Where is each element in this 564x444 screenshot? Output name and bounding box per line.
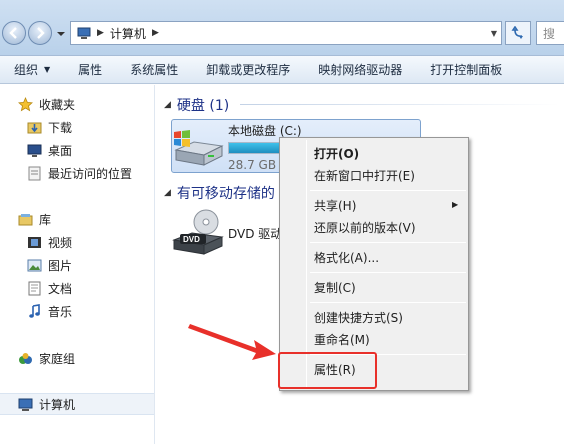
music-note-icon <box>26 303 42 319</box>
menu-item-open-new-window[interactable]: 在新窗口中打开(E) <box>314 165 415 185</box>
nav-videos[interactable]: 视频 <box>26 231 72 253</box>
breadcrumb-separator-icon: ▶ <box>97 28 104 38</box>
arrow-left-icon <box>9 27 17 39</box>
removable-group-header[interactable]: ◢ 有可移动存储的 <box>164 183 275 203</box>
address-input[interactable]: ▶ 计算机 ▶ ▼ <box>70 21 502 45</box>
desktop-icon <box>26 142 42 158</box>
hard-disk-group-header[interactable]: ◢ 硬盘 (1) <box>164 95 229 115</box>
nav-videos-label: 视频 <box>48 235 73 250</box>
uninstall-program-button[interactable]: 卸载或更改程序 <box>192 56 304 84</box>
menu-item-restore-versions[interactable]: 还原以前的版本(V) <box>314 217 416 237</box>
system-properties-button[interactable]: 系统属性 <box>116 56 192 84</box>
nav-downloads[interactable]: 下载 <box>26 116 72 138</box>
dvd-drive-icon: DVD <box>172 209 224 255</box>
menu-separator <box>310 190 466 191</box>
nav-pictures[interactable]: 图片 <box>26 254 72 276</box>
properties-button[interactable]: 属性 <box>64 56 116 84</box>
nav-favorites-label: 收藏夹 <box>39 97 76 112</box>
menu-item-share[interactable]: 共享(H) <box>314 195 356 215</box>
menu-item-create-shortcut[interactable]: 创建快捷方式(S) <box>314 307 403 327</box>
search-input[interactable]: 搜 <box>536 21 564 45</box>
open-control-panel-button[interactable]: 打开控制面板 <box>416 56 516 84</box>
nav-computer-label: 计算机 <box>39 397 76 412</box>
nav-recent-places[interactable]: 最近访问的位置 <box>26 162 132 184</box>
navigation-pane: 收藏夹 下载 桌面 最近访问的位置 库 视频 图片 文档 音乐 家庭组 计算机 <box>0 85 155 444</box>
annotation-highlight-box <box>278 352 377 389</box>
menu-separator <box>310 272 466 273</box>
library-icon <box>17 211 33 227</box>
nav-documents[interactable]: 文档 <box>26 277 72 299</box>
menu-gutter <box>306 140 307 388</box>
nav-music-label: 音乐 <box>48 304 73 319</box>
nav-pictures-label: 图片 <box>48 258 73 273</box>
nav-libraries-label: 库 <box>39 212 52 227</box>
nav-homegroup-label: 家庭组 <box>39 351 76 366</box>
nav-documents-label: 文档 <box>48 281 73 296</box>
nav-downloads-label: 下载 <box>48 120 73 135</box>
arrow-right-icon <box>37 27 45 39</box>
recent-places-icon <box>26 165 42 181</box>
menu-item-copy[interactable]: 复制(C) <box>314 277 356 297</box>
back-button[interactable] <box>2 21 26 45</box>
organize-button[interactable]: 组织 ▼ <box>0 56 64 84</box>
nav-computer[interactable]: 计算机 <box>0 393 154 415</box>
collapse-triangle-icon[interactable]: ◢ <box>164 100 171 110</box>
computer-icon <box>77 27 91 39</box>
dvd-drive-name: DVD 驱动 <box>228 227 283 241</box>
submenu-arrow-icon: ▶ <box>452 200 459 209</box>
address-bar-area: ▶ 计算机 ▶ ▼ 搜 <box>0 0 564 56</box>
downloads-folder-icon <box>26 119 42 135</box>
collapse-triangle-icon[interactable]: ◢ <box>164 188 171 198</box>
nav-desktop-label: 桌面 <box>48 143 73 158</box>
refresh-button[interactable] <box>505 21 531 45</box>
group-divider <box>240 104 560 105</box>
nav-favorites[interactable]: 收藏夹 <box>17 93 75 115</box>
organize-label: 组织 <box>14 63 39 77</box>
annotation-arrow-icon <box>188 324 276 360</box>
drive-c-free-space: 28.7 GB <box>228 158 277 172</box>
documents-icon <box>26 280 42 296</box>
star-icon <box>17 96 33 112</box>
windows-drive-icon <box>174 130 224 166</box>
nav-desktop[interactable]: 桌面 <box>26 139 72 161</box>
menu-item-rename[interactable]: 重命名(M) <box>314 329 370 349</box>
menu-item-format[interactable]: 格式化(A)... <box>314 247 379 267</box>
forward-button[interactable] <box>28 21 52 45</box>
command-bar: 组织 ▼ 属性 系统属性 卸载或更改程序 映射网络驱动器 打开控制面板 <box>0 56 564 84</box>
menu-separator <box>310 242 466 243</box>
nav-homegroup[interactable]: 家庭组 <box>17 347 75 369</box>
chevron-down-icon: ▼ <box>44 65 51 74</box>
nav-recent-label: 最近访问的位置 <box>48 166 133 181</box>
pictures-icon <box>26 257 42 273</box>
svg-text:DVD: DVD <box>183 235 200 244</box>
video-icon <box>26 234 42 250</box>
homegroup-icon <box>17 350 33 366</box>
nav-libraries[interactable]: 库 <box>17 208 51 230</box>
address-dropdown-icon[interactable]: ▼ <box>491 29 497 38</box>
breadcrumb-chevron-icon[interactable]: ▶ <box>152 28 159 38</box>
computer-icon <box>17 396 33 412</box>
hard-disk-group-label: 硬盘 (1) <box>176 98 230 114</box>
menu-item-open[interactable]: 打开(O) <box>314 143 359 163</box>
breadcrumb-computer[interactable]: 计算机 <box>110 25 146 42</box>
refresh-icon <box>511 26 523 39</box>
removable-group-label: 有可移动存储的 <box>176 186 275 202</box>
recent-pages-dropdown[interactable] <box>56 29 66 39</box>
nav-music[interactable]: 音乐 <box>26 300 72 322</box>
map-network-drive-button[interactable]: 映射网络驱动器 <box>304 56 416 84</box>
menu-separator <box>310 302 466 303</box>
